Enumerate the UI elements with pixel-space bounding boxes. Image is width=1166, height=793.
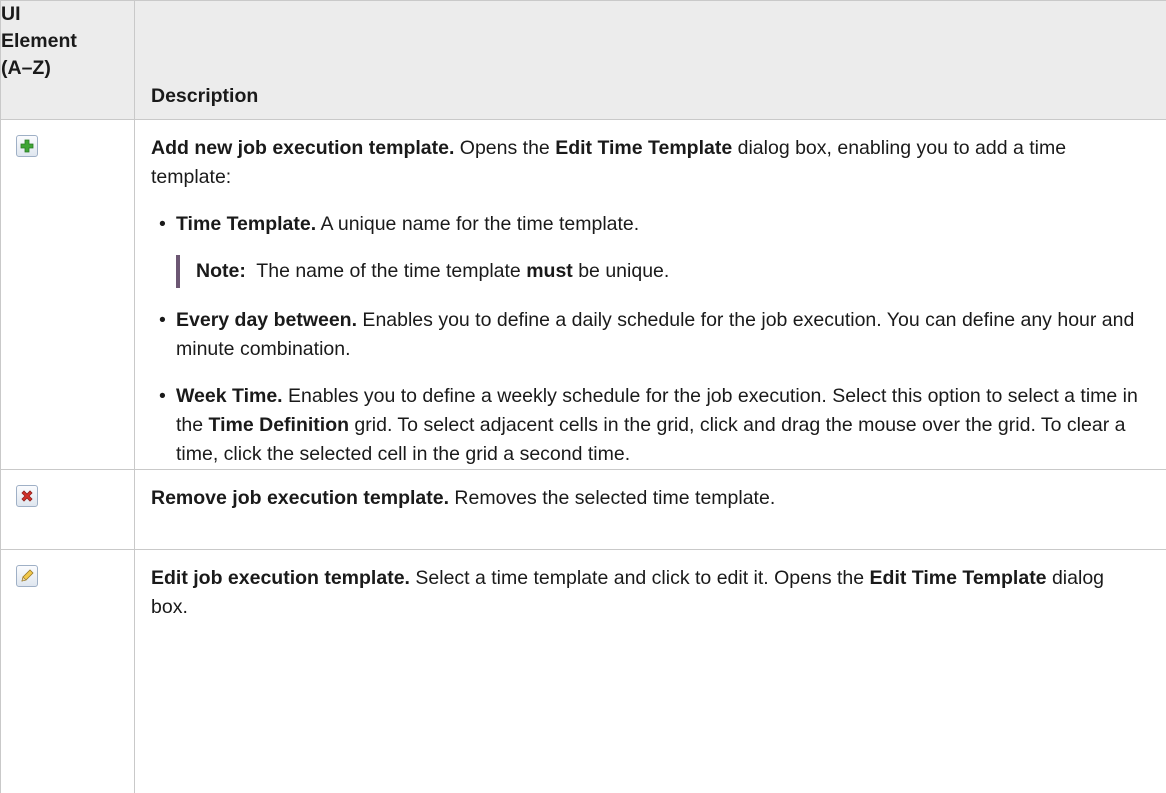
list-item: • Week Time. Enables you to define a wee…: [151, 382, 1146, 469]
row-text: Remove job execution template. Removes t…: [151, 484, 1146, 513]
table-row: Remove job execution template. Removes t…: [1, 470, 1166, 550]
text: Removes the selected time template.: [449, 487, 775, 509]
row-text: Edit job execution template. Select a ti…: [151, 564, 1146, 622]
add-icon: [16, 135, 38, 157]
list-item: • Time Template. A unique name for the t…: [151, 210, 1146, 239]
icon-cell: [1, 550, 135, 793]
term: Remove job execution template.: [151, 487, 449, 509]
term: Every day between.: [176, 309, 357, 331]
term: Week Time.: [176, 385, 283, 407]
bullet-icon: •: [159, 382, 166, 411]
text: A unique name for the time template.: [316, 213, 639, 235]
note-label: Note:: [196, 260, 246, 282]
text: Opens the: [454, 137, 555, 159]
term: Edit Time Template: [870, 567, 1047, 589]
table-row: Add new job execution template. Opens th…: [1, 120, 1166, 470]
bullet-icon: •: [159, 306, 166, 335]
text: be unique.: [573, 260, 670, 282]
description-cell: Add new job execution template. Opens th…: [135, 120, 1166, 470]
text: Select a time template and click to edit…: [410, 567, 870, 589]
icon-cell: [1, 120, 135, 470]
column-header-description: Description: [135, 1, 1166, 120]
header-line: UI: [1, 1, 134, 28]
header-line: Element: [1, 28, 134, 55]
term: Time Definition: [209, 414, 349, 436]
row-intro: Add new job execution template. Opens th…: [151, 134, 1146, 192]
note-block: Note: The name of the time template must…: [176, 255, 1146, 288]
column-header-ui-element: UI Element (A–Z): [1, 1, 135, 120]
term: Add new job execution template.: [151, 137, 454, 159]
term: Time Template.: [176, 213, 316, 235]
remove-icon: [16, 485, 38, 507]
header-line: (A–Z): [1, 55, 134, 82]
text: The name of the time template: [246, 260, 526, 282]
bullet-icon: •: [159, 210, 166, 239]
table-header-row: UI Element (A–Z) Description: [1, 1, 1166, 120]
list-item: • Every day between. Enables you to defi…: [151, 306, 1146, 364]
term: Edit Time Template: [555, 137, 732, 159]
ui-elements-table: UI Element (A–Z) Description Add new job…: [0, 0, 1166, 793]
term: must: [526, 260, 573, 282]
description-cell: Edit job execution template. Select a ti…: [135, 550, 1166, 793]
description-cell: Remove job execution template. Removes t…: [135, 470, 1166, 550]
term: Edit job execution template.: [151, 567, 410, 589]
icon-cell: [1, 470, 135, 550]
edit-icon: [16, 565, 38, 587]
table-row: Edit job execution template. Select a ti…: [1, 550, 1166, 793]
